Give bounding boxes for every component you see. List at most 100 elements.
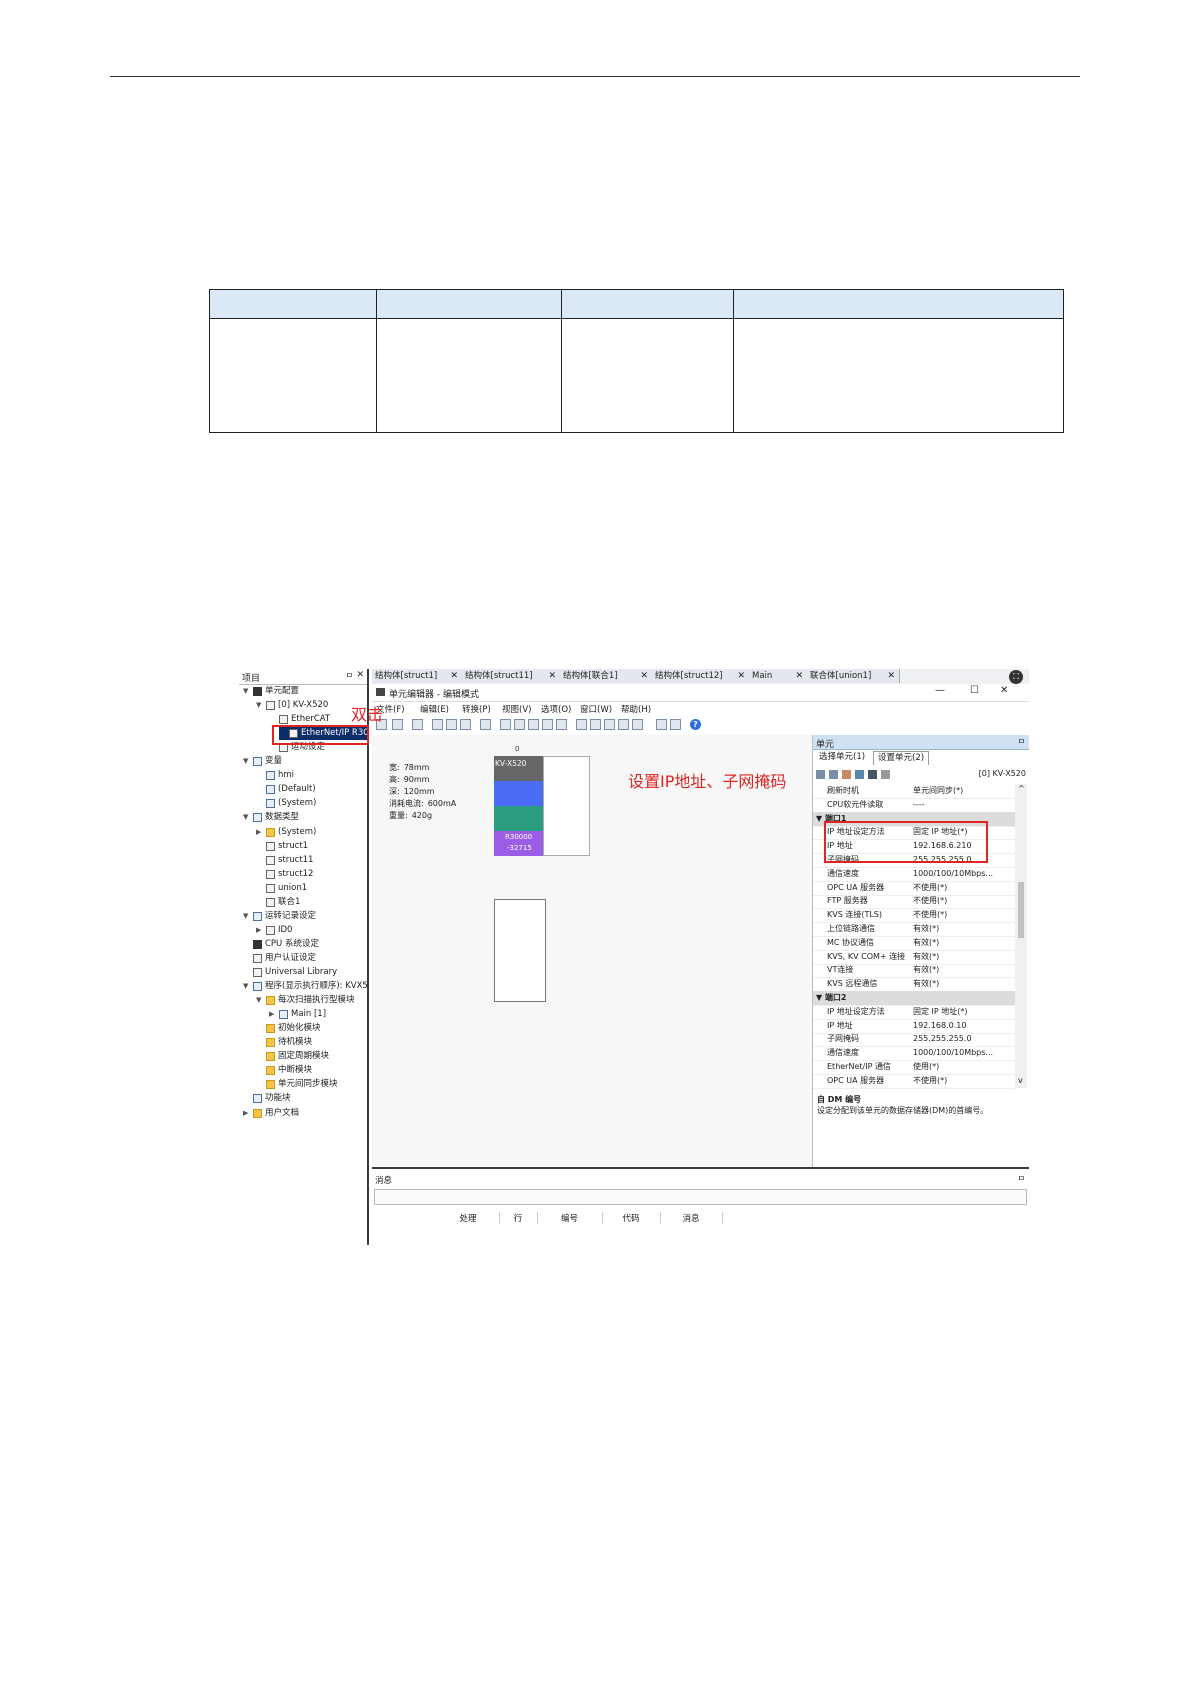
tree-item[interactable]: 固定周期模块 [239,1050,367,1063]
property-value[interactable]: ---- [913,798,925,812]
tree-item[interactable]: (System) [239,797,367,810]
scroll-down-arrow[interactable]: v [1018,1076,1023,1085]
toolbar-tool-icon[interactable] [556,719,567,730]
tree-item[interactable]: ▶ 用户文档 [239,1107,367,1120]
property-value[interactable]: 有效(*) [913,936,939,950]
toolbar-tool-icon[interactable] [460,719,471,730]
tree-item[interactable]: CPU 系统设定 [239,938,367,951]
tree-item[interactable]: ▶ ID0 [239,924,367,937]
property-value[interactable]: 不使用(*) [913,1074,947,1088]
tab-setting-unit[interactable]: 设置单元(2) [873,751,930,765]
property-row[interactable]: KVS, KV COM+ 连接 有效(*) [813,950,1015,965]
menu-window[interactable]: 窗口(W) [580,703,612,715]
property-row[interactable]: IP 地址 192.168.0.10 [813,1019,1015,1034]
tree-item[interactable]: struct1 [239,840,367,853]
tree-item[interactable]: ▼ 运转记录设定 [239,910,367,923]
tree-item[interactable]: hmi [239,769,367,782]
toolbar-tool-icon[interactable] [542,719,553,730]
tree-item[interactable]: Universal Library [239,966,367,979]
tree-item[interactable]: struct12 [239,868,367,881]
property-value[interactable]: 192.168.0.10 [913,1019,966,1033]
menu-view[interactable]: 视图(V) [502,703,531,715]
col-process[interactable]: 处理 [437,1212,500,1224]
maximize-icon[interactable]: ⛶ [1009,670,1023,684]
sort-icon[interactable] [816,770,825,779]
toolbar-tool-icon[interactable] [632,719,643,730]
tree-item[interactable]: ▼ [0] KV-X520 [239,699,367,712]
property-value[interactable]: 1000/100/10Mbps... [913,867,993,881]
document-tab[interactable]: 结构体[联合1] ✕ [560,669,653,683]
document-tab[interactable]: Main ✕ [749,669,808,683]
category-icon[interactable] [829,770,838,779]
property-row[interactable]: MC 协议通信 有效(*) [813,936,1015,951]
chevron-down-icon[interactable]: ▼ [243,811,251,824]
help-icon[interactable]: ? [690,719,701,730]
filter-icon[interactable] [855,770,864,779]
scrollbar-thumb[interactable] [1018,882,1024,938]
toolbar-tool-icon[interactable] [670,719,681,730]
tree-item[interactable]: 待机模块 [239,1036,367,1049]
scroll-up-arrow[interactable]: ^ [1018,784,1025,793]
col-code[interactable]: 代码 [602,1212,661,1224]
default-icon[interactable] [842,770,851,779]
toolbar-tool-icon[interactable] [528,719,539,730]
chevron-down-icon[interactable]: ▼ [256,994,264,1007]
property-value[interactable]: 固定 IP 地址(*) [913,1005,968,1019]
close-button[interactable]: ✕ [1000,685,1008,696]
pin-icon[interactable]: ㅁ [1018,736,1025,747]
tree-item[interactable]: 功能块 [239,1092,367,1105]
close-icon[interactable]: ✕ [795,669,803,683]
toolbar-tool-icon[interactable] [392,719,403,730]
pin-icon[interactable]: ㅁ [1018,1173,1025,1184]
property-row[interactable]: IP 地址设定方法 固定 IP 地址(*) [813,1005,1015,1020]
unit-icon[interactable] [868,770,877,779]
menu-edit[interactable]: 编辑(E) [420,703,449,715]
property-value[interactable]: 有效(*) [913,950,939,964]
property-value[interactable]: 有效(*) [913,977,939,991]
property-row[interactable]: CPU软元件读取 ---- [813,798,1015,813]
col-line[interactable]: 行 [499,1212,538,1224]
chevron-down-icon[interactable]: ▼ [243,910,251,923]
property-row[interactable]: 通信速度 1000/100/10Mbps... [813,1046,1015,1062]
document-tab[interactable]: 结构体[struct12] ✕ [652,669,750,683]
toolbar-tool-icon[interactable] [500,719,511,730]
menu-options[interactable]: 选项(O) [541,703,571,715]
property-section[interactable]: ▼ 端口2 [813,991,1015,1006]
unit-block-purple[interactable]: R30000 -32715 [494,831,543,856]
property-value[interactable]: 255.255.255.0 [913,1032,972,1046]
chevron-down-icon[interactable]: ▼ [243,980,251,993]
toolbar-tool-icon[interactable] [590,719,601,730]
toolbar-tool-icon[interactable] [412,719,423,730]
toolbar-tool-icon[interactable] [618,719,629,730]
property-row[interactable]: 刷新时机 单元间同步(*) [813,784,1015,799]
document-tab[interactable]: 结构体[struct11] ✕ [462,669,561,683]
property-row[interactable]: KVS 远程通信 有效(*) [813,977,1015,993]
property-value[interactable]: 有效(*) [913,922,939,936]
property-value[interactable]: 不使用(*) [913,894,947,908]
property-row[interactable]: EtherNet/IP 通信 使用(*) [813,1060,1015,1075]
property-row[interactable]: 子网掩码 255.255.255.0 [813,1032,1015,1048]
toolbar-tool-icon[interactable] [446,719,457,730]
cpu-unit-block[interactable]: KV-X520 [494,756,543,781]
close-icon[interactable]: ✕ [887,669,895,683]
unit-block-green[interactable] [494,806,543,831]
property-value[interactable]: 不使用(*) [913,908,947,922]
chevron-right-icon[interactable]: ▶ [269,1008,277,1021]
property-value[interactable]: 有效(*) [913,963,939,977]
close-icon[interactable]: ✕ [548,669,556,683]
menu-convert[interactable]: 转换(P) [462,703,491,715]
expansion-slot[interactable] [494,899,546,1002]
chevron-down-icon[interactable]: ▼ [243,685,251,698]
tree-item[interactable]: struct11 [239,854,367,867]
property-row[interactable]: FTP 服务器 不使用(*) [813,894,1015,910]
toolbar-tool-icon[interactable] [514,719,525,730]
close-icon[interactable]: ✕ [737,669,745,683]
tree-item[interactable]: union1 [239,882,367,895]
tree-item[interactable]: 中断模块 [239,1064,367,1077]
col-message[interactable]: 消息 [660,1212,723,1224]
property-row[interactable]: OPC UA 服务器 不使用(*) [813,881,1015,896]
property-row[interactable]: 上位链路通信 有效(*) [813,922,1015,937]
toolbar-tool-icon[interactable] [656,719,667,730]
menu-help[interactable]: 帮助(H) [621,703,651,715]
tree-item[interactable]: (Default) [239,783,367,796]
